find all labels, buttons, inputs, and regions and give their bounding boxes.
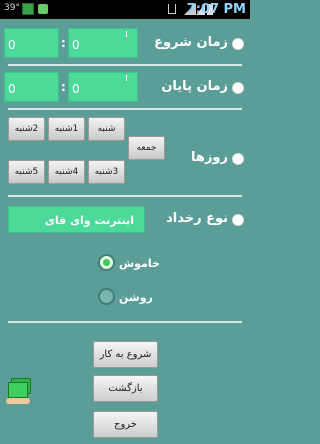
start-time-separator: : [61,36,66,50]
notification-app-icon [22,3,34,15]
start-hour-value: 0 [8,38,16,52]
divider [8,64,242,66]
event-type-bullet-icon [232,214,244,226]
status-time: 7:07 PM [186,2,246,17]
event-type-value: اینترنت وای فای [44,214,134,227]
status-bar: 39° 7:07 PM [0,0,250,19]
end-hour-value: 0 [8,82,16,96]
on-label: روشن [119,291,153,304]
event-type-label: نوع رخداد [166,211,228,226]
end-hour-field[interactable]: 0 [4,72,59,102]
start-time-label: زمان شروع [154,35,228,50]
day-button-panjshanbe[interactable]: 5شنبه [8,160,45,184]
end-time-bullet-icon [232,82,244,94]
divider [8,108,242,110]
day-button-doshanbe[interactable]: 2شنبه [8,117,45,141]
usb-icon [168,4,176,14]
day-button-seshanbe[interactable]: 3شنبه [88,160,125,184]
day-button-chaharshanbe[interactable]: 4شنبه [48,160,85,184]
days-label: روزها [191,150,228,165]
off-label: خاموش [119,257,160,270]
divider [8,321,242,323]
days-bullet-icon [232,153,244,165]
day-button-shanbe[interactable]: شنبه [88,117,125,141]
temperature-indicator: 39° [4,3,20,13]
start-time-bullet-icon [232,38,244,50]
start-button[interactable]: شروع به کار [93,341,158,368]
on-radio[interactable] [98,288,115,305]
exit-button[interactable]: خروج [93,411,158,438]
app-logo-icon [6,378,32,406]
start-minute-field[interactable]: 0 [68,28,138,58]
start-hour-field[interactable]: 0 [4,28,59,58]
end-minute-value: 0 [72,82,80,96]
event-type-field[interactable]: اینترنت وای فای [8,206,145,233]
end-minute-field[interactable]: 0 [68,72,138,102]
day-button-jome[interactable]: جمعه [128,136,165,160]
off-radio[interactable] [98,254,115,271]
divider [8,195,242,197]
start-minute-value: 0 [72,38,80,52]
back-button[interactable]: بازگشت [93,375,158,402]
notification-icon [38,4,48,14]
end-time-separator: : [61,80,66,94]
day-button-yekshanbe[interactable]: 1شنبه [48,117,85,141]
end-time-label: زمان پایان [161,79,228,94]
